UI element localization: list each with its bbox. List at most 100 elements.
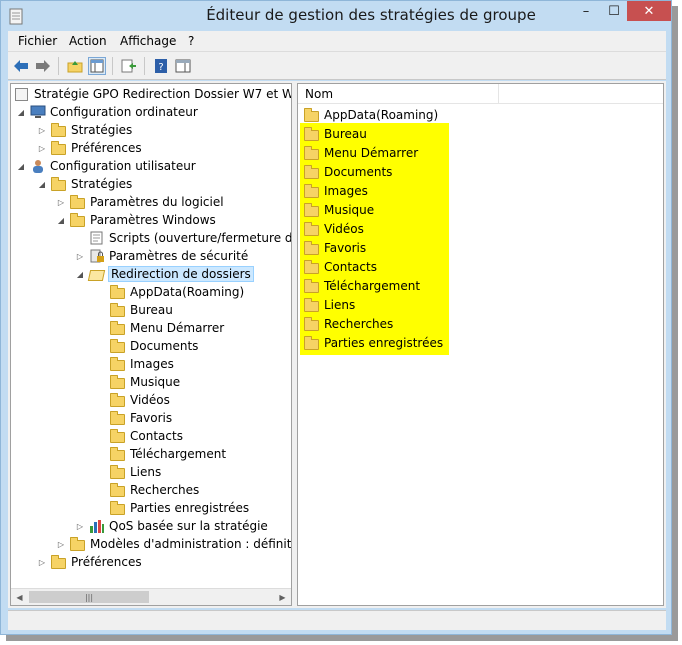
up-folder-icon[interactable] [66,57,84,75]
folder-icon [304,183,320,198]
forward-arrow-icon[interactable] [34,57,52,75]
list-item-label: Recherches [324,316,394,331]
title-bar[interactable]: Éditeur de gestion des stratégies de gro… [1,1,671,31]
computer-icon [30,105,46,119]
list-item[interactable]: Recherches [304,314,393,333]
toolbar: ? [8,52,666,80]
folder-icon [304,278,320,293]
menu-fichier[interactable]: Fichier [18,34,57,48]
tree-item-scripts[interactable]: Scripts (ouverture/fermeture de s [89,229,291,247]
list-item[interactable]: Bureau [304,124,367,143]
list-item[interactable]: Documents [304,162,392,181]
list-item-label: Contacts [324,259,377,274]
folder-icon [110,483,126,497]
tree-item-computer-strategies[interactable]: ▷ Stratégies [37,121,132,139]
toolbar-separator [58,57,59,75]
folder-icon [70,195,86,209]
horizontal-scrollbar[interactable]: ◀ ||| ▶ [11,588,291,605]
tree-item-user-config[interactable]: ◢ Configuration utilisateur [16,157,196,175]
back-arrow-icon[interactable] [12,57,30,75]
menu-action[interactable]: Action [69,34,107,48]
tree-item-qos[interactable]: ▷ QoS basée sur la stratégie [75,517,268,535]
expand-arrow-icon[interactable]: ▷ [75,251,85,261]
policy-document-icon [14,87,30,101]
folder-icon [304,202,320,217]
tree-item-user-preferences[interactable]: ▷ Préférences [37,553,142,571]
show-tree-icon[interactable] [88,57,106,75]
tree-item-redirected-folder[interactable]: Contacts [110,427,183,445]
folder-icon [110,429,126,443]
tree-item-redirected-folder[interactable]: Recherches [110,481,199,499]
expand-arrow-icon[interactable]: ▷ [56,197,66,207]
list-item[interactable]: Liens [304,295,355,314]
scroll-left-arrow-icon[interactable]: ◀ [11,589,28,605]
minimize-button[interactable]: – [571,1,601,21]
tree-item-redirected-folder[interactable]: Menu Démarrer [110,319,224,337]
collapse-arrow-icon[interactable]: ◢ [16,107,26,117]
folder-icon [304,126,320,141]
tree-item-redirected-folder[interactable]: Favoris [110,409,172,427]
tree-item-redirected-folder[interactable]: Vidéos [110,391,170,409]
menu-affichage[interactable]: Affichage [120,34,176,48]
tree-item-redirected-folder[interactable]: AppData(Roaming) [110,283,244,301]
bar-chart-icon [89,519,105,533]
collapse-arrow-icon[interactable]: ◢ [56,215,66,225]
tree-item-user-strategies[interactable]: ◢ Stratégies [37,175,132,193]
expand-arrow-icon[interactable]: ▷ [37,125,47,135]
maximize-button[interactable]: ☐ [599,1,629,21]
list-item[interactable]: Téléchargement [304,276,420,295]
folder-icon [110,447,126,461]
list-item[interactable]: Contacts [304,257,377,276]
tree-item-redirected-folder[interactable]: Téléchargement [110,445,226,463]
tree-pane: Stratégie GPO Redirection Dossier W7 et … [10,83,292,606]
list-item-label: Bureau [324,126,367,141]
tree-item-redirected-folder[interactable]: Parties enregistrées [110,499,249,517]
expand-arrow-icon[interactable]: ▷ [37,143,47,153]
expand-arrow-icon[interactable]: ▷ [56,539,66,549]
column-header-nom[interactable]: Nom [298,84,499,104]
status-bar [8,610,666,630]
tree-item-security-settings[interactable]: ▷ Paramètres de sécurité [75,247,248,265]
scroll-right-arrow-icon[interactable]: ▶ [274,589,291,605]
tree-item-folder-redirection[interactable]: ◢ Redirection de dossiers [75,265,254,283]
tree-item-redirected-folder[interactable]: Musique [110,373,180,391]
tree-item-computer-config[interactable]: ◢ Configuration ordinateur [16,103,198,121]
list-item[interactable]: AppData(Roaming) [304,105,438,124]
tree-item-redirected-folder[interactable]: Images [110,355,174,373]
collapse-arrow-icon[interactable]: ◢ [16,161,26,171]
folder-icon [110,411,126,425]
collapse-arrow-icon[interactable]: ◢ [37,179,47,189]
toolbar-separator [144,57,145,75]
expand-arrow-icon[interactable]: ▷ [75,521,85,531]
help-icon[interactable]: ? [152,57,170,75]
tree-item-computer-preferences[interactable]: ▷ Préférences [37,139,142,157]
scrollbar-thumb[interactable]: ||| [29,591,149,603]
menu-help[interactable]: ? [188,34,194,48]
list-item[interactable]: Menu Démarrer [304,143,418,162]
expand-arrow-icon[interactable]: ▷ [37,557,47,567]
export-list-icon[interactable] [120,57,138,75]
folder-icon [110,465,126,479]
folder-icon [304,107,320,122]
tree-item-redirected-folder[interactable]: Liens [110,463,161,481]
tree-item-redirected-folder[interactable]: Bureau [110,301,173,319]
tree-root[interactable]: Stratégie GPO Redirection Dossier W7 et … [14,85,291,103]
list-item[interactable]: Parties enregistrées [304,333,443,352]
tree-item-redirected-folder[interactable]: Documents [110,337,198,355]
list-item[interactable]: Favoris [304,238,366,257]
list-item-label: Menu Démarrer [324,145,419,160]
tree-item-software-settings[interactable]: ▷ Paramètres du logiciel [56,193,224,211]
properties-pane-icon[interactable] [174,57,192,75]
list-item[interactable]: Musique [304,200,374,219]
folder-icon [51,123,67,137]
tree-item-admin-templates[interactable]: ▷ Modèles d'administration : définition [56,535,291,553]
security-lock-icon [89,249,105,263]
list-item[interactable]: Vidéos [304,219,364,238]
folder-icon [110,357,126,371]
main-window: Éditeur de gestion des stratégies de gro… [0,0,672,635]
close-button[interactable]: ✕ [627,1,671,21]
tree-item-windows-settings[interactable]: ◢ Paramètres Windows [56,211,216,229]
collapse-arrow-icon[interactable]: ◢ [75,269,85,279]
app-icon [9,8,23,25]
list-item[interactable]: Images [304,181,368,200]
